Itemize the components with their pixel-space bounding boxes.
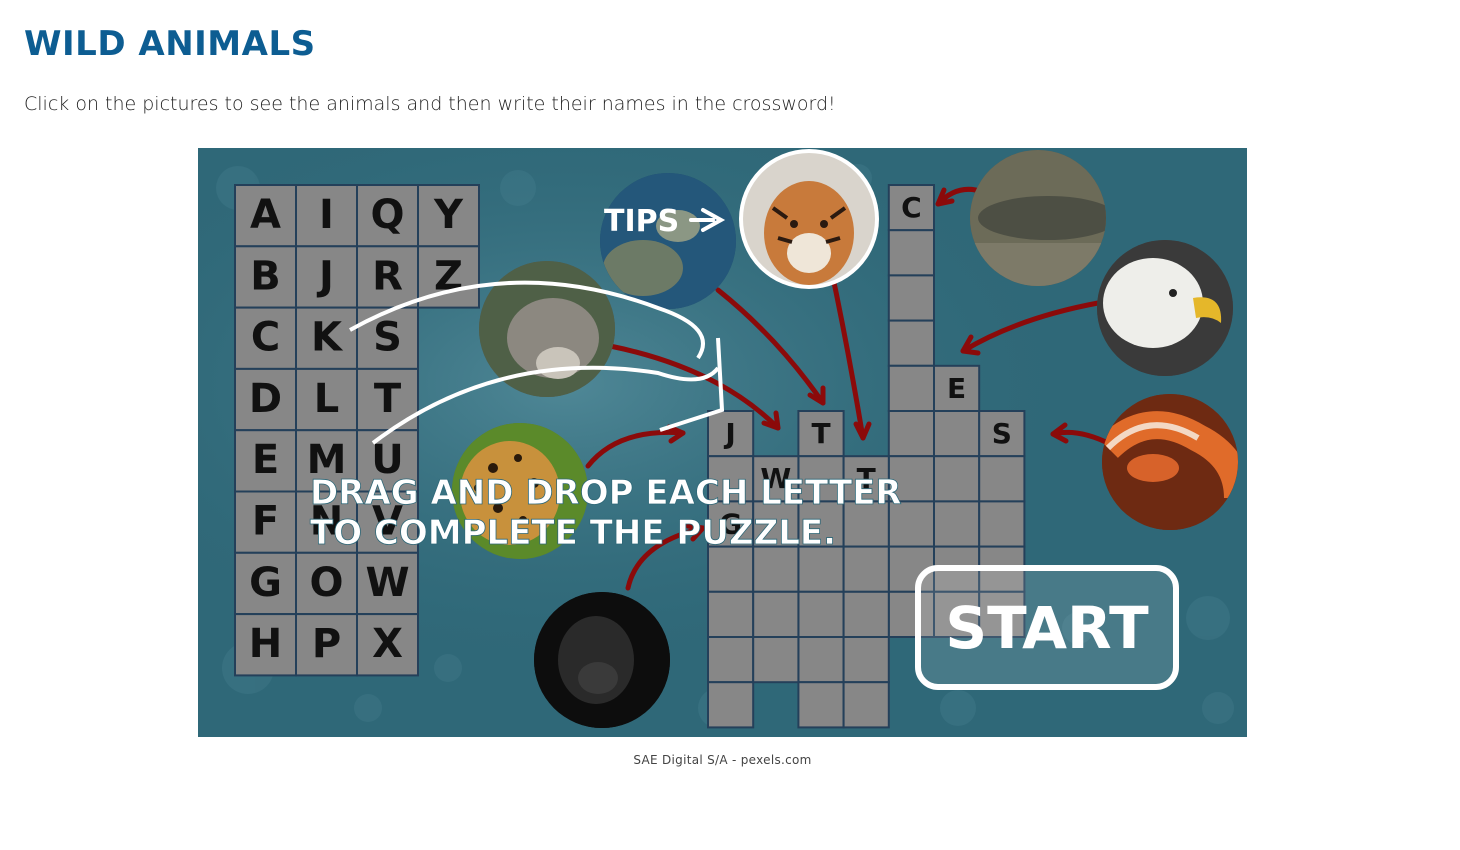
letter-tile-label: X	[372, 621, 403, 667]
crossword-cell[interactable]	[887, 364, 935, 413]
letter-tile-label: D	[249, 376, 282, 422]
letter-tile[interactable]: H	[234, 613, 297, 677]
letter-tile-label: B	[250, 253, 281, 299]
letter-tile[interactable]: S	[356, 306, 419, 370]
letter-tile-label: S	[373, 315, 402, 361]
crossword-cell[interactable]	[842, 636, 890, 684]
start-button[interactable]: START	[915, 565, 1179, 690]
letter-tile-label: A	[250, 192, 281, 238]
letter-tile-label: E	[252, 437, 279, 483]
letter-tile[interactable]: Y	[417, 184, 480, 248]
letter-tile-label: W	[365, 560, 409, 606]
letter-tile[interactable]: R	[356, 245, 419, 309]
letter-tile[interactable]: I	[295, 184, 358, 248]
letter-tile-label: R	[372, 253, 403, 299]
crossword-cell[interactable]	[842, 545, 890, 593]
crossword-cell[interactable]	[933, 455, 981, 503]
letter-tile-label: Q	[370, 192, 404, 238]
crossword-cell[interactable]	[797, 590, 845, 638]
letter-tile-label: H	[249, 621, 282, 667]
letter-tile[interactable]: W	[356, 551, 419, 616]
crossword-cell[interactable]	[797, 636, 845, 684]
letter-tile-label: L	[314, 376, 340, 422]
letter-tile-label: K	[311, 315, 344, 361]
crossword-cell[interactable]	[842, 590, 890, 638]
crossword-cell[interactable]	[978, 455, 1026, 503]
letter-tile-label: I	[319, 192, 334, 238]
letter-tile[interactable]: L	[295, 367, 358, 432]
page-title: WILD ANIMALS	[24, 24, 316, 64]
crossword-given-letter: E	[947, 372, 966, 405]
crossword-cell[interactable]	[842, 681, 890, 729]
crossword-cell[interactable]	[887, 410, 935, 458]
crossword-cell[interactable]	[707, 545, 755, 593]
letter-tile[interactable]: P	[295, 613, 358, 677]
letter-tile-label: F	[252, 499, 279, 545]
crossword-cell[interactable]	[978, 500, 1026, 548]
crossword-cell[interactable]	[752, 545, 800, 593]
letter-tile[interactable]: Q	[356, 184, 419, 248]
crossword-cell[interactable]	[933, 410, 981, 458]
crossword-cell[interactable]	[887, 229, 935, 277]
crossword-given-letter: J	[723, 417, 735, 450]
letter-tile-label: G	[249, 560, 282, 606]
tips-label[interactable]: TIPS	[604, 204, 679, 239]
crossword-given-letter: S	[992, 417, 1012, 450]
letter-tile-label: Y	[433, 192, 464, 238]
crossword-cell[interactable]	[707, 636, 755, 684]
letter-tile[interactable]: F	[234, 490, 297, 554]
letter-tile[interactable]: J	[295, 245, 358, 309]
drag-instruction-line2: TO COMPLETE THE PUZZLE.	[310, 513, 836, 553]
crossword-cell[interactable]	[887, 319, 935, 367]
crossword-cell[interactable]	[797, 681, 845, 729]
letter-tile[interactable]: G	[234, 551, 297, 616]
crossword-cell[interactable]	[797, 545, 845, 593]
letter-tile[interactable]: C	[234, 306, 297, 370]
letter-tile[interactable]: D	[234, 367, 297, 432]
letter-tile[interactable]: T	[356, 367, 419, 432]
letter-tile-label: C	[251, 315, 280, 361]
letter-tile-label: J	[316, 253, 334, 299]
letter-tile-label: P	[312, 621, 341, 667]
start-button-label: START	[945, 594, 1149, 662]
drag-instruction-line1: DRAG AND DROP EACH LETTER	[310, 473, 902, 513]
crossword-cell[interactable]	[752, 636, 800, 684]
letter-tile[interactable]: E	[234, 429, 297, 493]
crossword-given-letter: T	[811, 417, 830, 450]
image-credit: SAE Digital S/A - pexels.com	[633, 753, 812, 767]
letter-tile[interactable]: A	[234, 184, 297, 248]
letter-tile[interactable]: B	[234, 245, 297, 309]
letter-tile[interactable]: O	[295, 551, 358, 616]
crossword-cell[interactable]	[933, 500, 981, 548]
letter-tile[interactable]: K	[295, 306, 358, 370]
instruction-text: Click on the pictures to see the animals…	[24, 93, 836, 115]
letter-tile[interactable]: X	[356, 613, 419, 677]
crossword-cell[interactable]	[887, 274, 935, 322]
letter-tile-label: T	[374, 376, 402, 422]
letter-tile-label: O	[309, 560, 343, 606]
crossword-cell[interactable]	[752, 590, 800, 638]
crossword-given-letter: C	[901, 191, 922, 224]
crossword-game[interactable]: AIQYBJRZCKSDLTEMUFNVGOWHPX CESJTWTG DRAG…	[198, 148, 1247, 737]
crossword-cell[interactable]	[707, 590, 755, 638]
crossword-cell[interactable]	[707, 681, 755, 729]
